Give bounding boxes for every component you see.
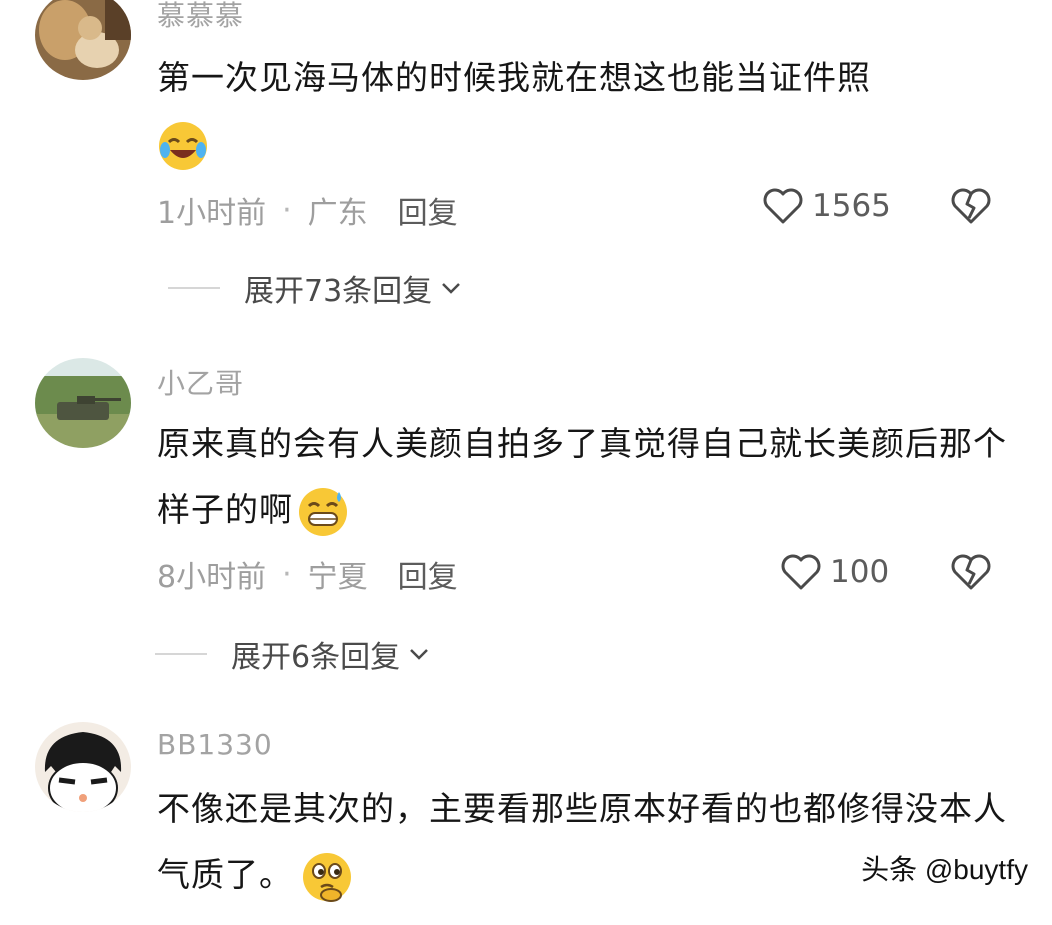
avatar[interactable] [35,722,131,812]
divider-line [155,653,207,655]
comment-text-content: 原来真的会有人美颜自拍多了真觉得自己就长美颜后那个样子的啊 [157,424,1007,529]
comment-text-content: 第一次见海马体的时候我就在想这也能当证件照 [157,58,871,97]
comment-meta: 8小时前 · 宁夏 回复 [157,552,458,596]
thinking-emoji-icon [301,851,353,903]
watermark: 头条 @buytfy [861,854,1028,885]
expand-replies[interactable]: 展开6条回复 [155,632,432,676]
username[interactable]: BB1330 [157,728,273,761]
comment-text: 第一次见海马体的时候我就在想这也能当证件照 [157,45,1007,177]
like-count: 1565 [812,188,891,224]
avatar[interactable] [35,0,131,80]
separator-dot: · [282,192,292,228]
divider-line [168,287,220,289]
timestamp: 8小时前 [157,560,267,595]
username[interactable]: 慕慕慕 [157,0,244,34]
dislike-button[interactable] [950,552,992,596]
chevron-down-icon [410,649,428,660]
like-button[interactable]: 1565 [762,186,891,226]
broken-heart-icon [951,554,991,590]
heart-icon [763,188,803,224]
like-count: 100 [830,554,890,590]
location: 宁夏 [307,560,368,595]
avatar[interactable] [35,358,131,448]
timestamp: 1小时前 [157,196,267,231]
dislike-button[interactable] [950,186,992,230]
comment-meta: 1小时前 · 广东 回复 [157,188,458,232]
expand-replies-label[interactable]: 展开6条回复 [231,632,400,676]
location: 广东 [307,196,368,231]
heart-icon [781,554,821,590]
grinning-sweat-emoji-icon [297,486,349,538]
expand-replies[interactable]: 展开73条回复 [168,266,464,310]
laughing-tears-emoji-icon [157,120,209,172]
reply-button[interactable]: 回复 [398,552,458,596]
comment-text: 不像还是其次的，主要看那些原本好看的也都修得没本人气质了。 [157,776,1007,908]
comment-text: 原来真的会有人美颜自拍多了真觉得自己就长美颜后那个样子的啊 [157,411,1007,543]
reply-button[interactable]: 回复 [398,188,458,232]
separator-dot: · [282,556,292,592]
like-button[interactable]: 100 [780,552,889,592]
expand-replies-label[interactable]: 展开73条回复 [244,266,432,310]
chevron-down-icon [442,283,461,294]
broken-heart-icon [951,188,991,224]
username[interactable]: 小乙哥 [157,362,244,402]
